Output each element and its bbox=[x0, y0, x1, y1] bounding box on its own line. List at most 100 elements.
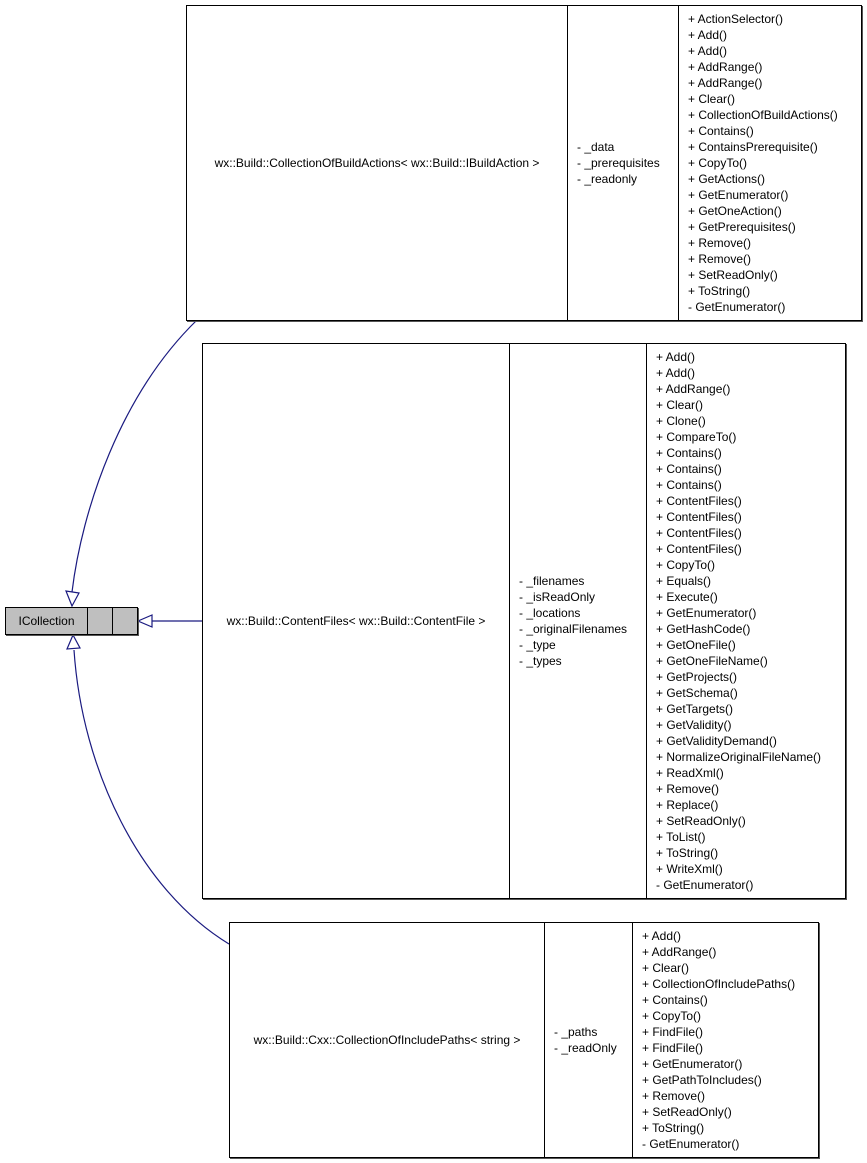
methods-cell: + Add() + Add() + AddRange() + Clear() + Clo… bbox=[647, 344, 845, 898]
attribute-item: - _isReadOnly bbox=[519, 590, 596, 604]
method-item: + GetSchema() bbox=[656, 686, 738, 700]
method-item: + AddRange() bbox=[656, 382, 731, 396]
method-item: + GetEnumerator() bbox=[656, 606, 757, 620]
method-item: + Add() bbox=[656, 350, 696, 364]
method-item: + CopyTo() bbox=[688, 156, 748, 170]
attribute-item: - _prerequisites bbox=[577, 156, 660, 170]
method-item: + Remove() bbox=[656, 782, 720, 796]
attribute-item: - _locations bbox=[519, 606, 581, 620]
method-item: + Remove() bbox=[688, 236, 752, 250]
class-name: wx::Build::CollectionOfBuildActions< wx:… bbox=[214, 156, 540, 170]
method-item: + ToList() bbox=[656, 830, 706, 844]
method-list: + Add() + AddRange() + Clear() + Collection… bbox=[642, 928, 795, 1152]
method-item: + GetEnumerator() bbox=[642, 1057, 743, 1071]
method-item: + NormalizeOriginalFileName() bbox=[656, 750, 822, 764]
class-name-cell: wx::Build::Cxx::CollectionOfIncludePaths… bbox=[230, 923, 545, 1157]
method-item: + GetActions() bbox=[688, 172, 766, 186]
method-item: + ToString() bbox=[656, 846, 719, 860]
method-item: + ContainsPrerequisite() bbox=[688, 140, 818, 154]
attribute-item: - _type bbox=[519, 638, 556, 652]
class-name: ICollection bbox=[18, 614, 75, 628]
method-item: + ContentFiles() bbox=[656, 542, 742, 556]
method-item: + GetHashCode() bbox=[656, 622, 751, 636]
attribute-list: - _data - _prerequisites - _readonly bbox=[577, 139, 660, 187]
method-item: + ToString() bbox=[688, 284, 751, 298]
attributes-cell-empty bbox=[88, 608, 113, 634]
class-name-cell: wx::Build::CollectionOfBuildActions< wx:… bbox=[187, 6, 568, 320]
class-node-collectionofincludepaths[interactable]: wx::Build::Cxx::CollectionOfIncludePaths… bbox=[229, 922, 819, 1158]
methods-cell-empty bbox=[113, 608, 137, 634]
method-item: + Contains() bbox=[656, 478, 722, 492]
attribute-item: - _originalFilenames bbox=[519, 622, 628, 636]
class-name-cell: ICollection bbox=[6, 608, 88, 634]
method-item: - GetEnumerator() bbox=[656, 878, 754, 892]
method-item: + Add() bbox=[688, 28, 728, 42]
inheritance-arrowhead-bottom bbox=[66, 633, 81, 650]
attribute-item: - _readOnly bbox=[554, 1041, 617, 1055]
method-item: + CollectionOfBuildActions() bbox=[688, 108, 838, 122]
method-item: + CompareTo() bbox=[656, 430, 737, 444]
method-item: + Clone() bbox=[656, 414, 706, 428]
method-item: + ContentFiles() bbox=[656, 494, 742, 508]
method-item: + ContentFiles() bbox=[656, 526, 742, 540]
inheritance-arrowhead-top bbox=[65, 590, 80, 608]
method-item: + GetPathToIncludes() bbox=[642, 1073, 762, 1087]
attributes-cell: - _data - _prerequisites - _readonly bbox=[568, 6, 679, 320]
attribute-item: - _paths bbox=[554, 1025, 598, 1039]
attributes-cell: - _paths - _readOnly bbox=[545, 923, 633, 1157]
method-item: + Contains() bbox=[656, 446, 722, 460]
method-item: + ContentFiles() bbox=[656, 510, 742, 524]
class-node-collectionofbuildactions[interactable]: wx::Build::CollectionOfBuildActions< wx:… bbox=[186, 5, 862, 321]
class-name-cell: wx::Build::ContentFiles< wx::Build::Cont… bbox=[203, 344, 510, 898]
method-list: + Add() + Add() + AddRange() + Clear() + Clo… bbox=[656, 349, 821, 893]
method-item: + Contains() bbox=[642, 993, 708, 1007]
attributes-cell: - _filenames - _isReadOnly - _locations - _… bbox=[510, 344, 647, 898]
method-item: + Add() bbox=[656, 366, 696, 380]
method-item: + AddRange() bbox=[688, 60, 763, 74]
method-list: + ActionSelector() + Add() + Add() + AddRan… bbox=[688, 11, 838, 315]
method-item: + Clear() bbox=[656, 398, 704, 412]
method-item: + GetOneAction() bbox=[688, 204, 782, 218]
method-item: + SetReadOnly() bbox=[642, 1105, 732, 1119]
method-item: + Equals() bbox=[656, 574, 712, 588]
method-item: + SetReadOnly() bbox=[656, 814, 746, 828]
method-item: + SetReadOnly() bbox=[688, 268, 778, 282]
inheritance-arrowhead-middle bbox=[136, 614, 153, 628]
method-item: + FindFile() bbox=[642, 1025, 704, 1039]
method-item: + GetEnumerator() bbox=[688, 188, 789, 202]
method-item: + Add() bbox=[642, 929, 682, 943]
method-item: + Clear() bbox=[688, 92, 736, 106]
attribute-item: - _filenames bbox=[519, 574, 585, 588]
method-item: + ActionSelector() bbox=[688, 12, 784, 26]
method-item: + GetOneFileName() bbox=[656, 654, 768, 668]
class-node-contentfiles[interactable]: wx::Build::ContentFiles< wx::Build::Cont… bbox=[202, 343, 846, 899]
method-item: + CollectionOfIncludePaths() bbox=[642, 977, 796, 991]
method-item: + GetValidity() bbox=[656, 718, 732, 732]
method-item: + CopyTo() bbox=[656, 558, 716, 572]
method-item: + FindFile() bbox=[642, 1041, 704, 1055]
attribute-list: - _filenames - _isReadOnly - _locations - _… bbox=[519, 573, 627, 669]
method-item: - GetEnumerator() bbox=[688, 300, 786, 314]
attribute-item: - _data bbox=[577, 140, 615, 154]
method-item: - GetEnumerator() bbox=[642, 1137, 740, 1151]
method-item: + AddRange() bbox=[642, 945, 717, 959]
method-item: + Clear() bbox=[642, 961, 690, 975]
method-item: + GetProjects() bbox=[656, 670, 738, 684]
class-name: wx::Build::ContentFiles< wx::Build::Cont… bbox=[226, 614, 486, 628]
method-item: + GetOneFile() bbox=[656, 638, 736, 652]
method-item: + GetTargets() bbox=[656, 702, 734, 716]
method-item: + Execute() bbox=[656, 590, 718, 604]
class-node-icollection[interactable]: ICollection bbox=[5, 607, 138, 635]
method-item: + Contains() bbox=[656, 462, 722, 476]
methods-cell: + Add() + AddRange() + Clear() + Collection… bbox=[633, 923, 818, 1157]
methods-cell: + ActionSelector() + Add() + Add() + AddRan… bbox=[679, 6, 861, 320]
method-item: + ToString() bbox=[642, 1121, 705, 1135]
edge-collectionofbuildactions-to-icollection bbox=[71, 319, 198, 593]
method-item: + GetPrerequisites() bbox=[688, 220, 796, 234]
method-item: + Contains() bbox=[688, 124, 754, 138]
attribute-list: - _paths - _readOnly bbox=[554, 1024, 617, 1056]
method-item: + GetValidityDemand() bbox=[656, 734, 777, 748]
attribute-item: - _types bbox=[519, 654, 562, 668]
method-item: + Remove() bbox=[688, 252, 752, 266]
method-item: + ReadXml() bbox=[656, 766, 724, 780]
